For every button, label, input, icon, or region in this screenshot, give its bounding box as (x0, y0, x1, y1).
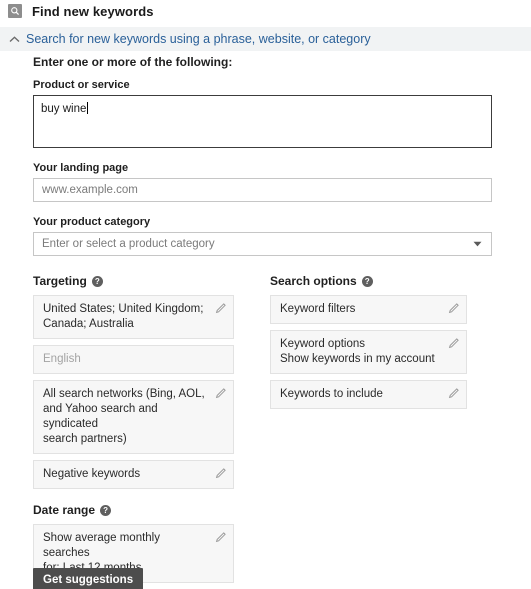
search-panel-label: Search for new keywords using a phrase, … (26, 32, 371, 46)
landing-page-label: Your landing page (33, 162, 129, 174)
caret-down-icon[interactable] (473, 241, 482, 247)
targeting-locations-line1: United States; United Kingdom; (43, 303, 204, 315)
search-box-icon (8, 4, 22, 18)
form-intro-heading: Enter one or more of the following: (33, 55, 233, 69)
targeting-column: Targeting ? United States; United Kingdo… (33, 274, 234, 589)
targeting-language-line1: English (43, 353, 81, 365)
keywords-to-include-line1: Keywords to include (280, 388, 383, 400)
help-icon[interactable]: ? (361, 275, 373, 287)
landing-page-input[interactable]: www.example.com (33, 178, 492, 202)
pencil-icon[interactable] (215, 468, 226, 479)
page-header: Find new keywords (0, 0, 531, 22)
keyword-options-line2: Show keywords in my account (280, 353, 435, 365)
landing-page-placeholder: www.example.com (42, 184, 138, 196)
targeting-networks-line1: All search networks (Bing, AOL, (43, 388, 205, 400)
chevron-up-icon[interactable] (8, 33, 20, 45)
pencil-icon[interactable] (448, 303, 459, 314)
pencil-icon[interactable] (448, 338, 459, 349)
pencil-icon[interactable] (215, 303, 226, 314)
keyword-filters-box[interactable]: Keyword filters (270, 295, 467, 324)
product-category-select[interactable]: Enter or select a product category (33, 232, 492, 256)
targeting-locations-line2: Canada; Australia (43, 318, 134, 330)
product-or-service-input[interactable]: buy wine (33, 95, 492, 148)
targeting-networks-line2: and Yahoo search and syndicated (43, 403, 158, 430)
targeting-negative-keywords-box[interactable]: Negative keywords (33, 460, 234, 489)
targeting-title: Targeting (33, 274, 87, 288)
targeting-networks-box[interactable]: All search networks (Bing, AOL, and Yaho… (33, 380, 234, 454)
help-icon[interactable]: ? (91, 275, 103, 287)
product-category-label: Your product category (33, 216, 151, 228)
search-panel-toggle[interactable]: Search for new keywords using a phrase, … (0, 27, 531, 51)
keyword-options-line1: Keyword options (280, 338, 366, 350)
search-options-title: Search options (270, 274, 357, 288)
targeting-networks-line3: search partners) (43, 433, 127, 445)
keywords-to-include-box[interactable]: Keywords to include (270, 380, 467, 409)
get-suggestions-button[interactable]: Get suggestions (33, 568, 144, 589)
page-title: Find new keywords (32, 3, 154, 19)
targeting-heading: Targeting ? (33, 274, 234, 288)
help-icon[interactable]: ? (100, 504, 112, 516)
pencil-icon[interactable] (215, 532, 226, 543)
pencil-icon[interactable] (448, 388, 459, 399)
keyword-options-box[interactable]: Keyword options Show keywords in my acco… (270, 330, 467, 374)
form-body: Enter one or more of the following: Prod… (0, 55, 531, 589)
product-category-placeholder: Enter or select a product category (42, 238, 215, 250)
keyword-planner-page: Find new keywords Search for new keyword… (0, 0, 531, 589)
targeting-locations-box[interactable]: United States; United Kingdom; Canada; A… (33, 295, 234, 339)
keyword-filters-line1: Keyword filters (280, 303, 356, 315)
actions-row: Get suggestions (0, 552, 144, 589)
search-options-column: Search options ? Keyword filters Keyword… (270, 274, 467, 415)
text-caret (87, 102, 89, 114)
pencil-icon[interactable] (215, 388, 226, 399)
search-options-heading: Search options ? (270, 274, 467, 288)
date-range-title: Date range (33, 503, 96, 517)
targeting-negative-keywords-line1: Negative keywords (43, 468, 141, 480)
date-range-heading: Date range ? (33, 503, 234, 517)
targeting-language-box: English (33, 345, 234, 374)
product-or-service-value: buy wine (41, 103, 87, 115)
product-or-service-label: Product or service (33, 79, 130, 91)
